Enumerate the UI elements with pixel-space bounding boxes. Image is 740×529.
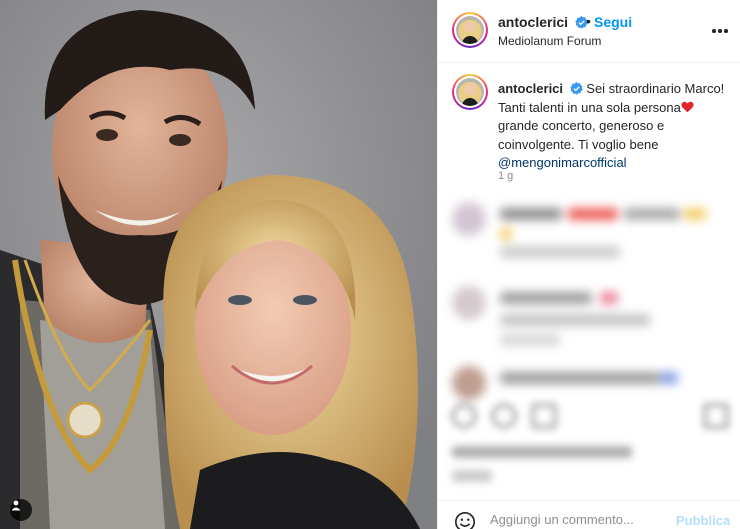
comment-composer: Pubblica [438,500,740,529]
caption-username[interactable]: antoclerici [498,81,563,96]
share-icon[interactable] [532,404,556,428]
save-icon[interactable] [704,404,728,428]
user-tag-icon[interactable] [10,499,32,521]
post-date [452,470,492,482]
post-actions [438,400,740,496]
comment-item[interactable] [452,202,732,262]
comment-input[interactable] [490,512,670,527]
comment-item[interactable] [452,286,732,346]
caption-timestamp[interactable]: 1 g [498,170,513,182]
red-heart-emoji-icon [681,101,694,112]
emoji-icon[interactable] [454,511,476,529]
author-avatar[interactable] [452,12,488,48]
caption-mention-link[interactable]: @mengonimarcofficial [498,155,627,170]
follow-button[interactable]: Segui [594,14,632,30]
caption-text: antoclerici Sei straordinario Marco! Tan… [498,80,726,173]
more-options-icon[interactable] [710,24,730,38]
post-location[interactable]: Mediolanum Forum [498,34,601,48]
post-side-panel: antoclerici • Segui Mediolanum Forum ant… [437,0,740,529]
header-separator: • [586,13,591,29]
comments-list [438,190,740,400]
author-username[interactable]: antoclerici [498,14,568,30]
verified-badge-icon [569,82,583,95]
comment-icon[interactable] [492,404,516,428]
caption-author-avatar[interactable] [452,74,488,110]
caption-body-part2: grande concerto, generoso e coinvolgente… [498,118,665,152]
photo-illustration [0,0,437,529]
post-header: antoclerici • Segui Mediolanum Forum [438,0,740,63]
post-caption: antoclerici Sei straordinario Marco! Tan… [438,63,740,193]
likes-summary[interactable] [452,446,632,458]
like-icon[interactable] [452,404,476,428]
post-comment-button[interactable]: Pubblica [676,513,730,528]
post-photo[interactable] [0,0,437,529]
